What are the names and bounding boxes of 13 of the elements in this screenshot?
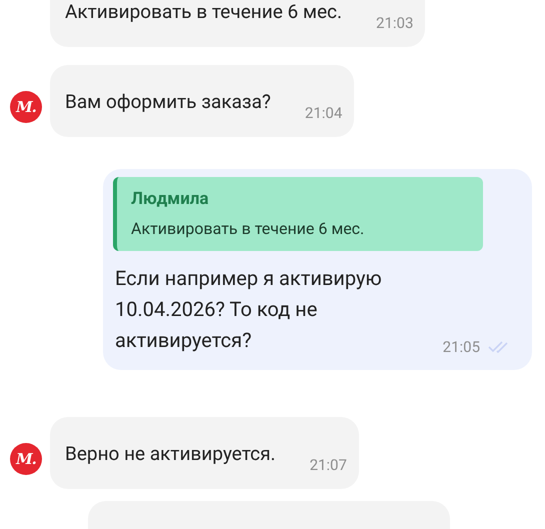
message-time: 21:03 <box>376 14 414 32</box>
message-text: Верно не активируется. <box>65 441 276 467</box>
quote-author: Людмила <box>131 188 210 211</box>
logo: М. <box>10 91 42 123</box>
message-time: 21:07 <box>310 456 347 474</box>
message-time: 21:04 <box>304 104 342 122</box>
quote-text: Активировать в течение 6 мес. <box>131 218 366 240</box>
message-text: Активировать в течение 6 мес. <box>65 0 342 25</box>
message-time: 21:05 <box>442 338 480 356</box>
message-text: Вам оформить заказа? <box>65 89 271 115</box>
quoted-message[interactable]: Людмила Активировать в течение 6 мес. <box>113 177 483 251</box>
logo: М. <box>10 443 42 475</box>
message-text: Если например я активирую 10.04.2026? То код не активируется? <box>115 265 383 354</box>
